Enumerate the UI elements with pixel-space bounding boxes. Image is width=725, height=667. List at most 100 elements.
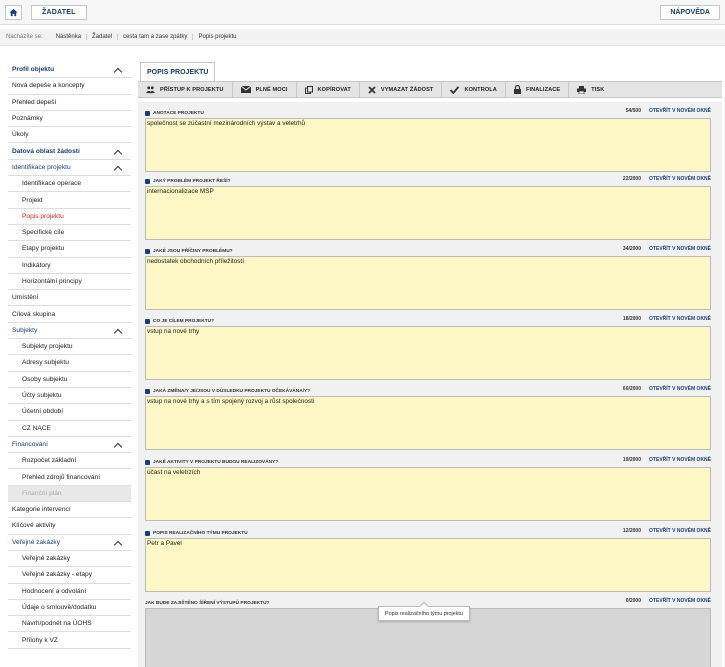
sidebar-item-umisteni[interactable]: Umístění [8,290,131,307]
toolbar-label: FINALIZACE [525,86,561,93]
info-icon[interactable] [145,110,150,116]
sidebar-section-financovani[interactable]: Financování [8,436,131,454]
chevron-up-icon[interactable] [114,441,121,448]
info-icon[interactable] [145,388,150,394]
field-header: JAKÉ JSOU PŘÍČINY PROBLÉMU? 34/2000 Otev… [145,246,711,256]
open-in-new-window-link[interactable]: Otevřít v novém okně [649,246,711,252]
sidebar-section-profil-objektu[interactable]: Profil objektu [8,62,131,79]
chevron-up-icon[interactable] [114,66,121,73]
field-cil: CO JE CÍLEM PROJEKTU? 18/2000 Otevřít v … [145,316,711,380]
finalize-button[interactable]: FINALIZACE [506,81,570,98]
sidebar-item-nova-depese[interactable]: Nová depeše a koncepty [8,78,131,95]
sidebar-section-verejne-zakazky[interactable]: Veřejné zakázky [8,534,131,551]
sidebar-item-popis-projektu[interactable]: Popis projektu [8,208,131,225]
check-button[interactable]: KONTROLA [442,81,506,98]
sidebar-item-indikatory[interactable]: Indikátory [8,257,131,274]
info-icon[interactable] [145,318,150,324]
sidebar-section-subjekty[interactable]: Subjekty [8,322,131,340]
delete-application-button[interactable]: VYMAZAT ŽÁDOST [360,81,443,98]
help-button[interactable]: NÁPOVĚDA [660,5,720,20]
open-in-new-window-link[interactable]: Otevřít v novém okně [649,598,711,604]
breadcrumb-item-project[interactable]: cesta tam a zase zpátky [118,34,194,40]
open-in-new-window-link[interactable]: Otevřít v novém okně [649,528,711,534]
info-icon[interactable] [145,178,150,184]
problem-textarea[interactable]: internacionalizace MSP [145,186,711,240]
sidebar-section-identifikace-projektu[interactable]: Identifikace projektu [8,159,131,177]
sidebar-item-kategorie-intervenci[interactable]: Kategorie intervencí [8,502,131,519]
anotace-textarea[interactable]: společnost se zúčastní mezinárodních výs… [145,118,711,172]
sidebar-item-prilohy-k-vz[interactable]: Přílohy k VZ [8,632,131,649]
sidebar-item-rozpocet-zakladni[interactable]: Rozpočet základní [8,453,131,470]
sidebar-item-horizontalni-principy[interactable]: Horizontální principy [8,273,131,291]
realizacni-tym-textarea[interactable]: Petr a Pavel [145,538,711,592]
sidebar-item-label: Specifické cíle [22,229,65,237]
sidebar-item-label: Adresy subjektu [22,359,69,367]
field-aktivity: JAKÉ AKTIVITY V PROJEKTU BUDOU REALIZOVÁ… [145,457,711,521]
sidebar-item-label: Subjekty projektu [22,343,73,351]
field-label: JAKÝ PROBLÉM PROJEKT ŘEŠÍ? [153,178,231,184]
field-label: ANOTACE PROJEKTU [153,110,204,116]
sidebar-item-navrh-podnet-uohs[interactable]: Návrh/podnět na ÚOHS [8,616,131,633]
char-counter: 34/2000 [622,246,641,252]
zmena-textarea[interactable]: vstup na nové trhy a s tím spojený rozvo… [145,396,711,450]
breadcrumb-label: Nacházíte se: [6,34,43,40]
sidebar-item-poznamky[interactable]: Poznámky [8,110,131,128]
sidebar-item-label: Účty subjektu [22,392,62,400]
info-icon[interactable] [145,459,150,465]
field-label: JAKÉ JSOU PŘÍČINY PROBLÉMU? [153,248,233,254]
sidebar-item-verejne-zakazky[interactable]: Veřejné zakázky [8,550,131,568]
sidebar-item-etapy-projektu[interactable]: Etapy projektu [8,241,131,258]
open-in-new-window-link[interactable]: Otevřít v novém okně [649,386,711,392]
sidebar-item-hodnoceni-a-odvolani[interactable]: Hodnocení a odvolání [8,583,131,600]
cil-textarea[interactable]: vstup na nové trhy [145,326,711,380]
chevron-up-icon[interactable] [114,148,121,155]
sidebar-item-adresy-subjektu[interactable]: Adresy subjektu [8,355,131,372]
sidebar-item-label: Finanční plán [22,489,62,497]
lock-icon [513,85,521,94]
sidebar-section-datova-oblast[interactable]: Datová oblast žádosti [8,143,131,160]
char-counter: 0/2000 [625,598,641,604]
sidebar-item-klicove-aktivity[interactable]: Klíčové aktivity [8,518,131,535]
tab-popis-projektu[interactable]: POPIS PROJEKTU [140,62,216,81]
sidebar-item-label: Projekt [22,196,43,204]
people-icon [146,85,155,93]
sidebar-item-ucetni-obdobi[interactable]: Účetní období [8,404,131,421]
open-in-new-window-link[interactable]: Otevřít v novém okně [649,108,711,114]
sidebar-item-label: Přílohy k VZ [22,636,58,644]
breadcrumb-item-current: Popis projektu [198,34,237,40]
breadcrumb-item-nastenka[interactable]: Nástěnka [51,34,88,40]
sidebar-item-projekt[interactable]: Projekt [8,192,131,209]
sidebar-item-cz-nace[interactable]: CZ NACE [8,420,131,437]
chevron-up-icon[interactable] [114,327,121,334]
sidebar-item-specificke-cile[interactable]: Specifické cíle [8,224,131,242]
sidebar-item-label: Přehled zdrojů financování [22,473,101,481]
home-button[interactable] [5,5,22,20]
info-icon[interactable] [145,248,150,254]
copy-button[interactable]: KOPÍROVAT [297,81,360,98]
open-in-new-window-link[interactable]: Otevřít v novém okně [649,457,711,463]
sidebar-item-verejne-zakazky-etapy[interactable]: Veřejné zakázky - etapy [8,567,131,584]
chevron-up-icon[interactable] [114,164,121,171]
sidebar-item-osoby-subjektu[interactable]: Osoby subjektu [8,371,131,388]
sidebar-item-identifikace-operace[interactable]: Identifikace operace [8,176,131,193]
open-in-new-window-link[interactable]: Otevřít v novém okně [649,176,711,182]
power-of-attorney-button[interactable]: PLNÉ MOCI [233,81,297,98]
access-to-project-button[interactable]: PŘÍSTUP K PROJEKTU [138,81,233,98]
print-button[interactable]: TISK [569,81,612,98]
info-icon[interactable] [145,530,150,536]
open-in-new-window-link[interactable]: Otevřít v novém okně [649,316,711,322]
toolbar-label: KONTROLA [464,86,497,93]
sidebar-item-prehled-depesi[interactable]: Přehled depeší [8,94,131,111]
sidebar-item-ucty-subjektu[interactable]: Účty subjektu [8,387,131,405]
sidebar-item-cilova-skupina[interactable]: Cílová skupina [8,306,131,323]
sidebar-item-subjekty-projektu[interactable]: Subjekty projektu [8,339,131,356]
sidebar-item-ukoly[interactable]: Úkoly [8,127,131,144]
sidebar-item-label: Klíčové aktivity [12,522,56,530]
aktivity-textarea[interactable]: účast na veletrzích [145,467,711,521]
zadatel-button[interactable]: ŽADATEL [31,5,87,20]
sidebar-item-udaje-o-smlouve[interactable]: Údaje o smlouvě/dodatku [8,599,131,617]
breadcrumb-item-zadatel[interactable]: Žadatel [87,34,119,40]
priciny-textarea[interactable]: nedostatek obchodních příležitostí [145,256,711,310]
sidebar-item-prehled-zdroju-financovani[interactable]: Přehled zdrojů financování [8,469,131,486]
chevron-up-icon[interactable] [114,539,121,546]
